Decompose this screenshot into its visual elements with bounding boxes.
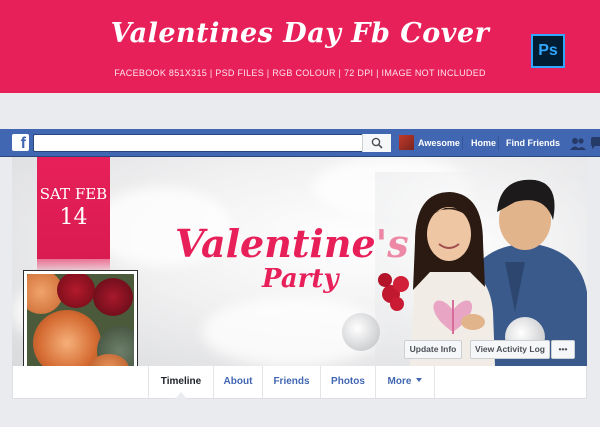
user-name-link[interactable]: Awesome xyxy=(418,138,460,148)
tab-more-label: More xyxy=(387,376,412,387)
active-tab-indicator xyxy=(175,392,187,399)
more-options-button[interactable]: ••• xyxy=(551,340,575,359)
rose-decoration xyxy=(57,274,95,308)
view-activity-log-button[interactable]: View Activity Log xyxy=(470,340,550,359)
facebook-top-bar: f Awesome Home Find Friends xyxy=(0,129,600,157)
cover-title: Valentine's xyxy=(175,221,409,266)
divider xyxy=(462,136,463,150)
home-link[interactable]: Home xyxy=(471,138,496,148)
cover-subtitle: Party xyxy=(262,264,339,294)
date-weekday-month: SAT FEB xyxy=(39,185,108,203)
messages-icon[interactable] xyxy=(591,137,600,150)
chevron-down-icon xyxy=(416,378,423,382)
date-ribbon: SAT FEB 14 xyxy=(37,157,110,275)
tab-about[interactable]: About xyxy=(214,366,262,398)
couple-photo xyxy=(375,172,587,366)
nav-divider xyxy=(434,366,435,398)
find-friends-link[interactable]: Find Friends xyxy=(506,138,560,148)
search-icon xyxy=(371,137,383,149)
facebook-logo-icon[interactable]: f xyxy=(12,134,29,152)
update-info-button[interactable]: Update Info xyxy=(404,340,462,359)
tab-friends[interactable]: Friends xyxy=(263,366,320,398)
search-button[interactable] xyxy=(362,134,391,152)
banner-subtitle: FACEBOOK 851X315 | PSD FILES | RGB COLOU… xyxy=(114,68,486,78)
search-input[interactable] xyxy=(33,134,391,152)
promo-banner: Valentines Day Fb Cover FACEBOOK 851X315… xyxy=(0,0,600,93)
tab-photos[interactable]: Photos xyxy=(321,366,375,398)
date-day: 14 xyxy=(59,205,88,230)
tab-more[interactable]: More xyxy=(376,366,434,398)
timeline-nav: Timeline About Friends Photos More xyxy=(12,366,587,399)
rose-decoration xyxy=(93,278,133,316)
speaker-decoration xyxy=(342,313,380,351)
friend-requests-icon[interactable] xyxy=(570,137,586,150)
user-avatar[interactable] xyxy=(399,135,414,150)
roses-photo xyxy=(27,274,134,381)
divider xyxy=(498,136,499,150)
banner-title: Valentines Day Fb Cover xyxy=(110,18,490,49)
photoshop-icon: Ps xyxy=(531,34,565,68)
